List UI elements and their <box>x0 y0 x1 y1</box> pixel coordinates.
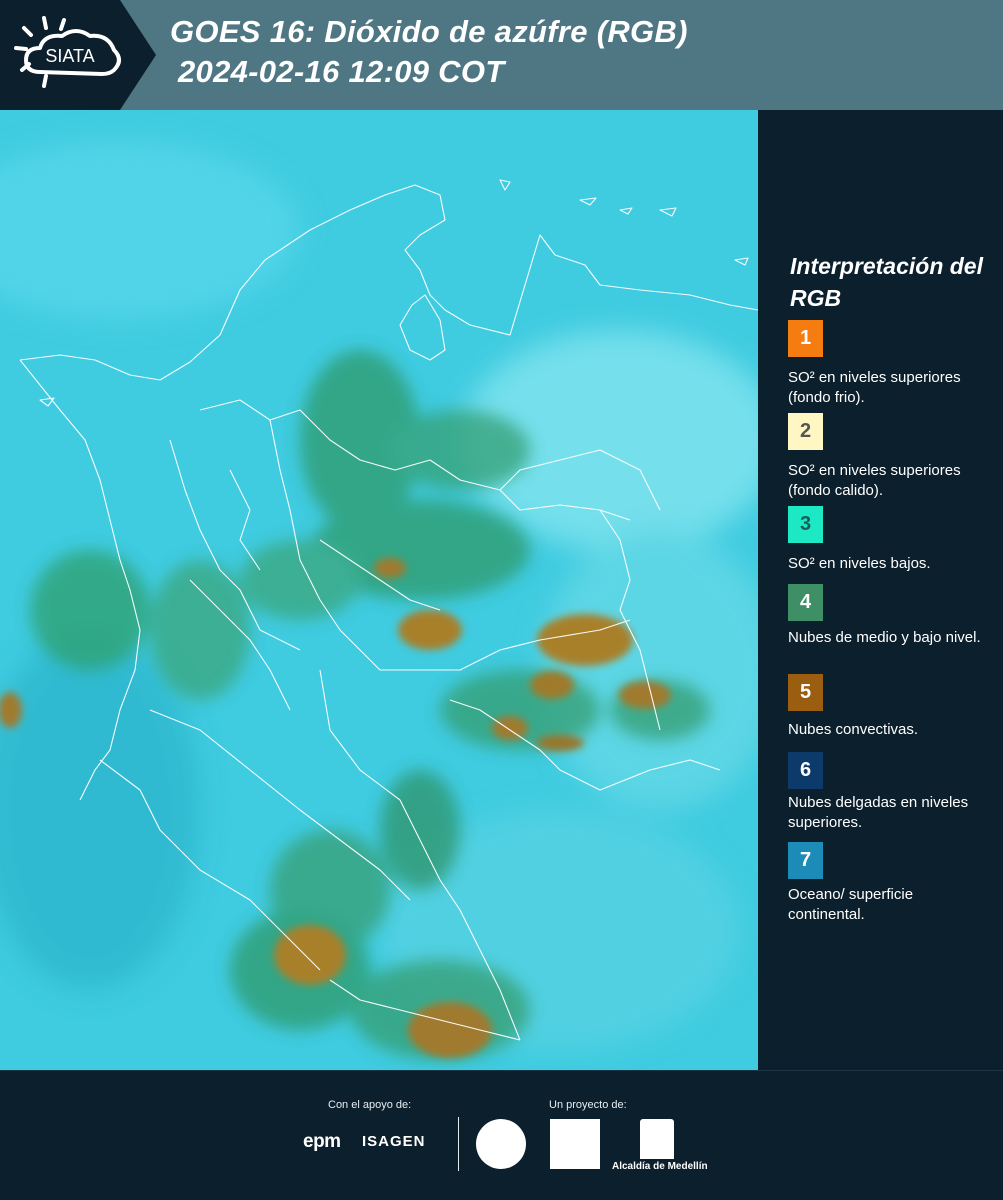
legend-swatch-1: 1 <box>788 320 823 357</box>
legend-swatch-4: 4 <box>788 584 823 621</box>
legend-title: Interpretación del RGB <box>790 253 983 311</box>
project-label: Un proyecto de: <box>549 1099 627 1111</box>
satellite-image <box>0 110 758 1070</box>
legend-swatch-7: 7 <box>788 842 823 879</box>
header: SIATA GOES 16: Dióxido de azúfre (RGB) 2… <box>0 0 1003 110</box>
legend-text-3: SO² en niveles bajos. <box>788 555 931 572</box>
legend-text-2: SO² en niveles superiores (fondo calido)… <box>788 462 961 499</box>
legend-swatch-3: 3 <box>788 506 823 543</box>
footer: Con el apoyo de: Un proyecto de: epm ISA… <box>0 1070 1003 1200</box>
support-label: Con el apoyo de: <box>328 1099 412 1111</box>
siata-logo-icon: SIATA <box>14 16 121 88</box>
page-title: GOES 16: Dióxido de azúfre (RGB) <box>170 14 688 49</box>
legend-panel: Interpretación del RGB 1 SO² en niveles s… <box>758 110 1003 1070</box>
header-chevron <box>120 0 156 110</box>
medellin-seal-icon <box>476 1119 526 1169</box>
legend-text-4: Nubes de medio y bajo nivel. <box>788 629 981 646</box>
legend-swatch-2: 2 <box>788 413 823 450</box>
epm-logo: epm <box>303 1131 341 1152</box>
legend-text-5: Nubes convectivas. <box>788 721 919 738</box>
siata-logo-text: SIATA <box>45 46 94 66</box>
legend-swatch-6: 6 <box>788 752 823 789</box>
area-metropolitana-logo <box>550 1119 600 1169</box>
isagen-logo: ISAGEN <box>362 1133 426 1150</box>
alcaldia-shield-icon <box>640 1119 674 1159</box>
legend-text-1: SO² en niveles superiores (fondo frio). <box>788 369 961 406</box>
legend-swatch-5: 5 <box>788 674 823 711</box>
footer-divider <box>458 1117 459 1171</box>
legend-text-6: Nubes delgadas en niveles superiores. <box>788 794 969 831</box>
satellite-map[interactable] <box>0 110 758 1070</box>
page-timestamp: 2024-02-16 12:09 COT <box>178 54 505 89</box>
legend-text-7: Oceano/ superficie continental. <box>788 886 914 923</box>
alcaldia-label: Alcaldía de Medellín <box>612 1161 708 1172</box>
